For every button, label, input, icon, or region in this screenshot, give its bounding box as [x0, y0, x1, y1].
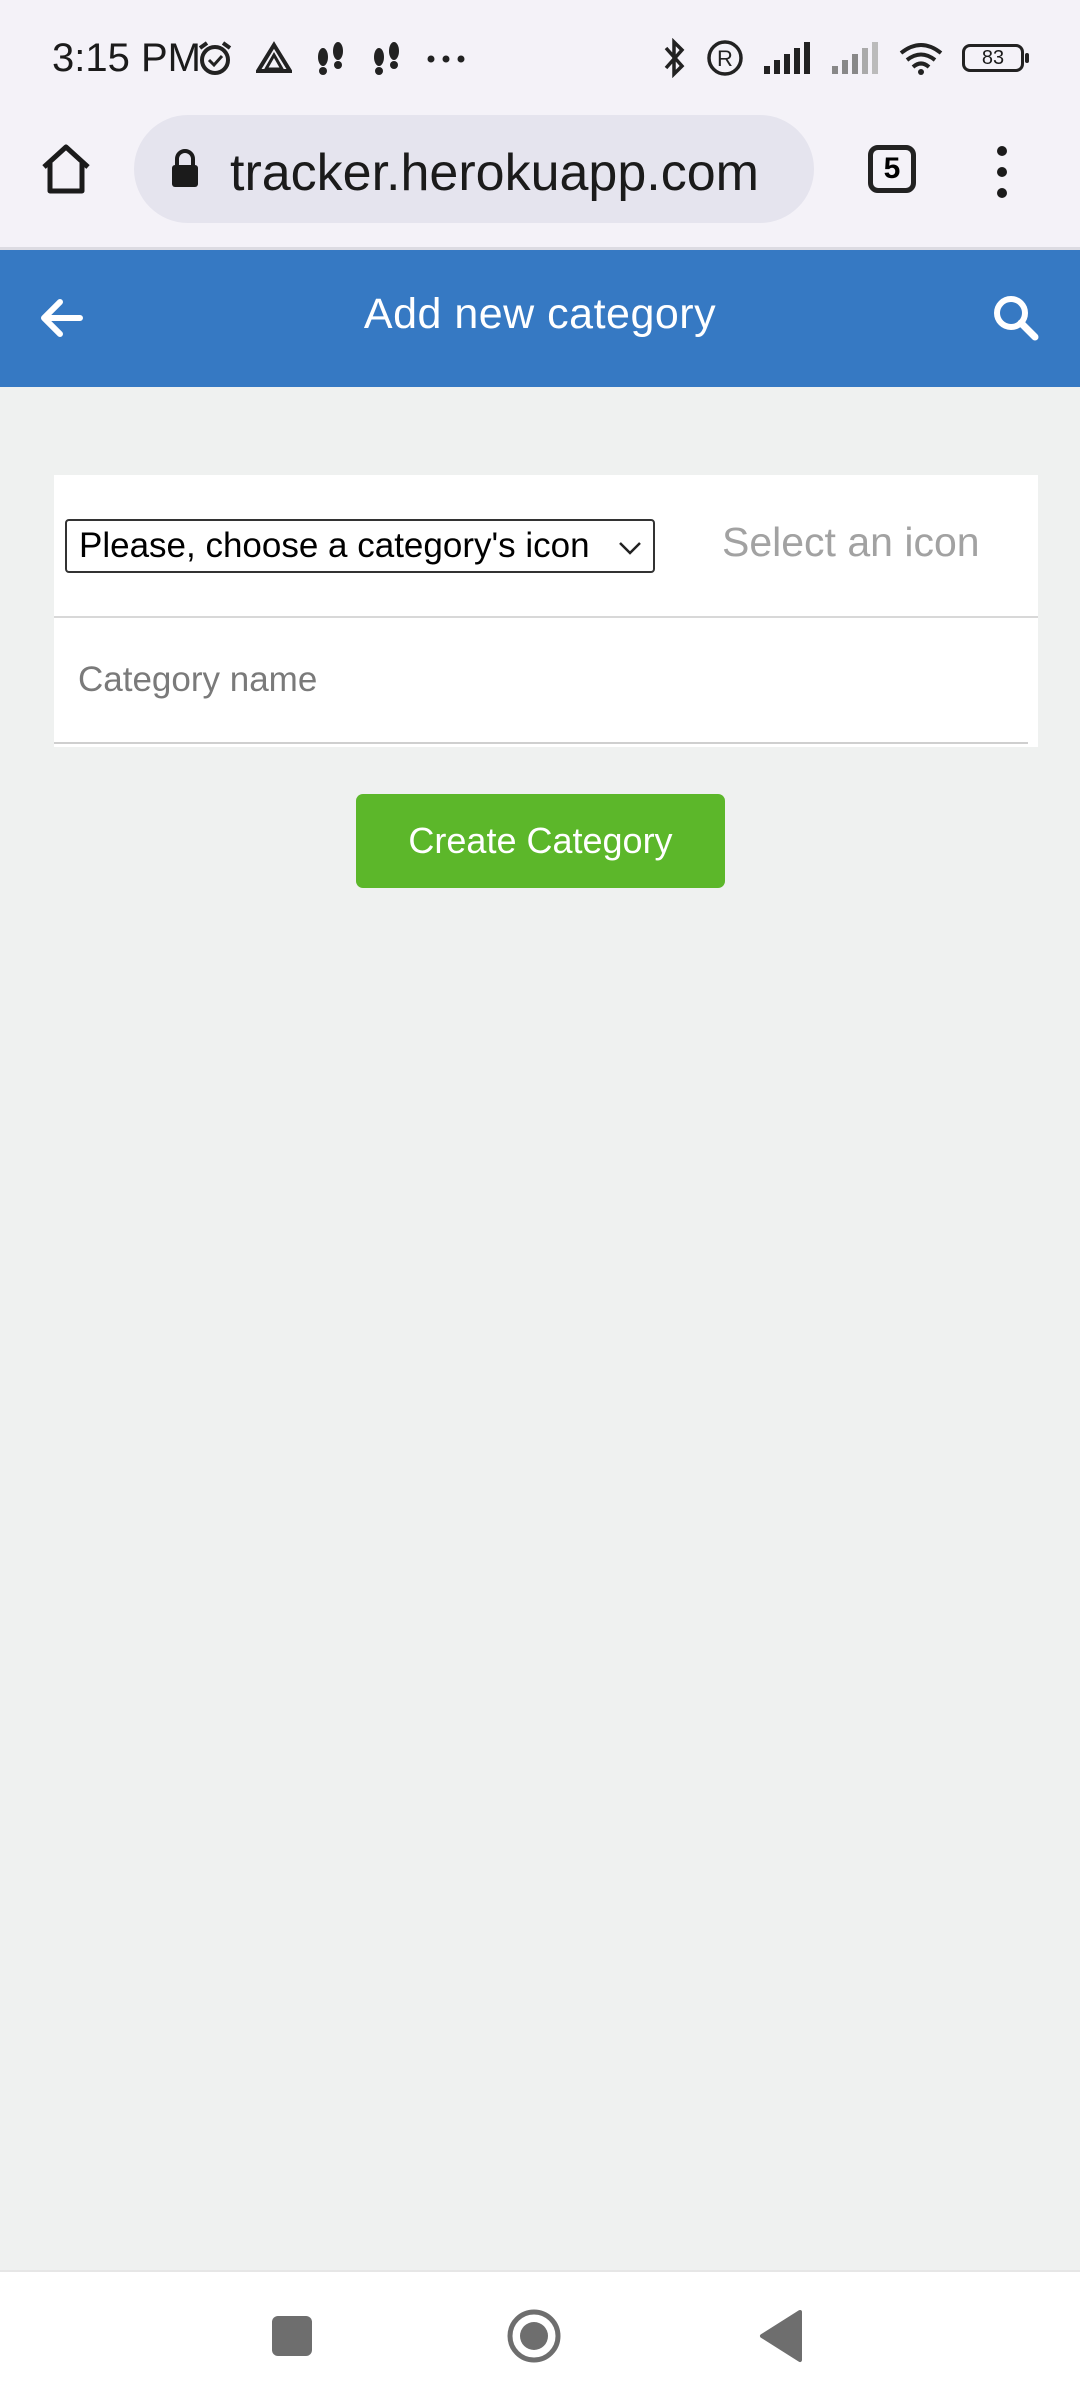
category-name-input[interactable] — [54, 618, 1028, 744]
recents-button[interactable] — [272, 2316, 312, 2356]
registered-icon: R — [707, 40, 743, 76]
tab-switcher-button[interactable]: 5 — [868, 145, 916, 193]
browser-toolbar: tracker.herokuapp.com 5 — [0, 115, 1080, 250]
more-vert-icon[interactable] — [990, 145, 1014, 199]
search-icon[interactable] — [990, 292, 1042, 344]
footsteps-icon — [374, 42, 399, 75]
battery-icon: 83 — [962, 44, 1029, 72]
wifi-icon — [899, 43, 943, 75]
status-left-icons — [196, 40, 466, 78]
battery-level: 83 — [981, 46, 1005, 69]
home-icon[interactable] — [36, 139, 96, 199]
icon-select-value: Please, choose a category's icon — [79, 526, 590, 565]
icon-preview-placeholder: Select an icon — [722, 519, 980, 565]
icon-row: Please, choose a category's icon Select … — [54, 475, 1038, 618]
category-form: Please, choose a category's icon Select … — [54, 475, 1038, 747]
address-bar[interactable]: tracker.herokuapp.com — [134, 115, 814, 223]
home-circle-icon[interactable] — [506, 2308, 562, 2364]
status-bar: 3:15 PM R 83 — [0, 0, 1080, 115]
bluetooth-icon — [664, 38, 685, 78]
system-nav-bar — [0, 2270, 1080, 2402]
more-icon — [427, 55, 465, 63]
app-header: Add new category — [0, 250, 1080, 387]
chevron-down-icon — [619, 542, 641, 555]
signal-icon — [832, 42, 878, 74]
drive-icon — [256, 41, 292, 73]
svg-text:R: R — [717, 46, 733, 71]
tab-count: 5 — [883, 152, 901, 185]
alarm-icon — [198, 41, 232, 75]
create-category-button[interactable]: Create Category — [356, 794, 725, 888]
lock-icon — [172, 149, 198, 187]
footsteps-icon — [318, 42, 343, 75]
status-right-icons: R 83 — [662, 38, 1029, 78]
icon-select[interactable]: Please, choose a category's icon — [65, 519, 655, 573]
name-row — [54, 618, 1038, 746]
url-text[interactable]: tracker.herokuapp.com — [230, 143, 804, 203]
back-triangle-icon[interactable] — [756, 2308, 806, 2364]
status-time: 3:15 PM — [52, 36, 201, 80]
page-title: Add new category — [363, 290, 717, 338]
signal-icon — [764, 42, 810, 74]
